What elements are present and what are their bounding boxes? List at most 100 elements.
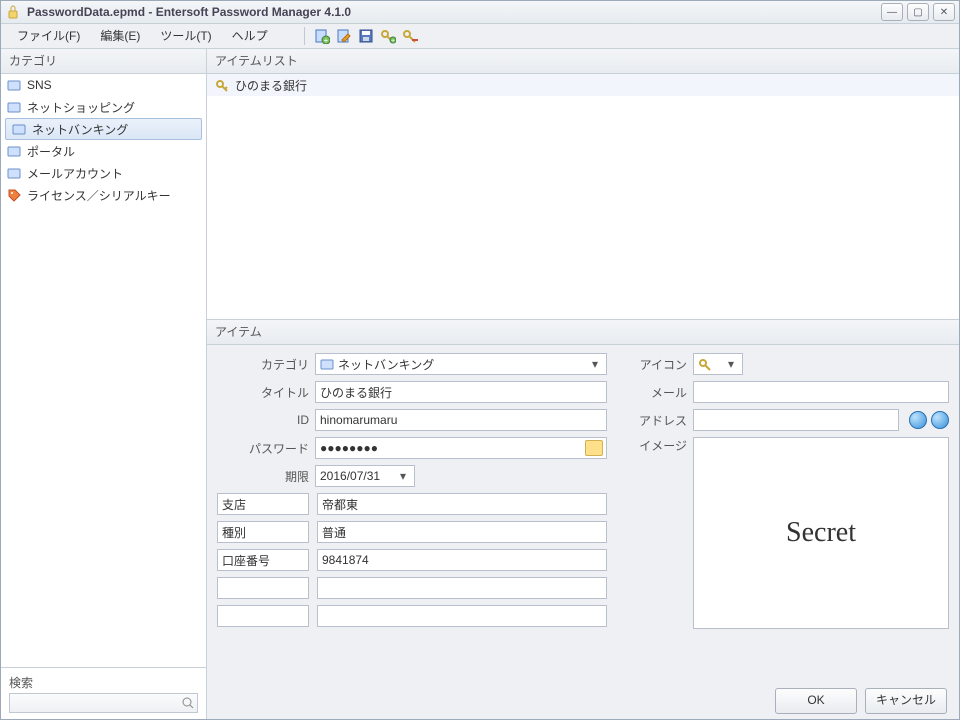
titlebar: PasswordData.epmd - Entersoft Password M…	[1, 1, 959, 24]
maximize-button[interactable]: ▢	[907, 3, 929, 21]
label-address: アドレス	[627, 412, 687, 429]
ok-button[interactable]: OK	[775, 688, 857, 714]
globe-search-icon[interactable]	[931, 411, 949, 429]
folder-icon	[7, 78, 21, 92]
folder-icon	[7, 100, 21, 114]
category-label: ネットショッピング	[27, 99, 135, 116]
label-expire: 期限	[217, 468, 309, 485]
expire-date-picker[interactable]: 2016/07/31 ▾	[315, 465, 415, 487]
category-label: メールアカウント	[27, 165, 123, 182]
menu-tool[interactable]: ツール(T)	[150, 24, 221, 48]
svg-text:+: +	[323, 36, 328, 44]
category-label: ライセンス／シリアルキー	[27, 187, 171, 204]
category-item-sns[interactable]: SNS	[1, 74, 206, 96]
toolbar-key-remove-icon[interactable]	[399, 26, 421, 46]
toolbar-db-edit-icon[interactable]	[333, 26, 355, 46]
sidebar-header: カテゴリ	[1, 49, 206, 74]
svg-text:+: +	[391, 38, 395, 44]
category-label: ネットバンキング	[32, 121, 128, 138]
label-icon: アイコン	[627, 356, 687, 373]
menubar: ファイル(F) 編集(E) ツール(T) ヘルプ + +	[1, 24, 959, 49]
app-icon	[5, 4, 21, 20]
search-input[interactable]	[12, 695, 181, 711]
menu-file[interactable]: ファイル(F)	[7, 24, 90, 48]
chevron-down-icon: ▾	[396, 469, 410, 483]
app-window: PasswordData.epmd - Entersoft Password M…	[0, 0, 960, 720]
custom-name-3[interactable]	[217, 577, 309, 599]
item-list-header: アイテムリスト	[207, 49, 959, 74]
custom-name-4[interactable]	[217, 605, 309, 627]
chevron-down-icon: ▾	[724, 357, 738, 371]
sidebar: カテゴリ SNS ネットショッピング ネットバンキング ポータル	[1, 49, 207, 719]
search-icon[interactable]	[181, 696, 195, 710]
body: カテゴリ SNS ネットショッピング ネットバンキング ポータル	[1, 49, 959, 719]
custom-name-1[interactable]	[217, 521, 309, 543]
label-password: パスワード	[217, 440, 309, 457]
label-image: イメージ	[627, 437, 687, 454]
category-select-value: ネットバンキング	[338, 356, 434, 373]
category-item-mailaccount[interactable]: メールアカウント	[1, 162, 206, 184]
password-reveal-icon[interactable]	[585, 440, 603, 456]
search-input-wrap	[9, 693, 198, 713]
category-item-netbanking[interactable]: ネットバンキング	[5, 118, 202, 140]
toolbar-db-new-icon[interactable]: +	[311, 26, 333, 46]
detail-header: アイテム	[207, 320, 959, 345]
main: アイテムリスト ひのまる銀行 アイテム カテゴリ	[207, 49, 959, 719]
item-list-panel: アイテムリスト ひのまる銀行	[207, 49, 959, 320]
password-input[interactable]	[315, 437, 607, 459]
category-list: SNS ネットショッピング ネットバンキング ポータル メールアカウント	[1, 74, 206, 667]
chevron-down-icon: ▾	[588, 357, 602, 371]
folder-icon	[320, 357, 334, 371]
label-mail: メール	[627, 384, 687, 401]
item-row-label: ひのまる銀行	[235, 77, 307, 94]
expire-value: 2016/07/31	[320, 469, 380, 483]
menu-help[interactable]: ヘルプ	[222, 24, 278, 48]
label-id: ID	[217, 413, 309, 427]
detail-panel: アイテム カテゴリ ネットバンキング ▾	[207, 320, 959, 719]
label-title: タイトル	[217, 384, 309, 401]
minimize-button[interactable]: —	[881, 3, 903, 21]
title-input[interactable]	[315, 381, 607, 403]
id-input[interactable]	[315, 409, 607, 431]
detail-footer: OK キャンセル	[207, 683, 959, 719]
key-icon	[215, 78, 229, 92]
custom-value-4[interactable]	[317, 605, 607, 627]
custom-name-0[interactable]	[217, 493, 309, 515]
icon-select[interactable]: ▾	[693, 353, 743, 375]
custom-value-2[interactable]	[317, 549, 607, 571]
window-controls: — ▢ ✕	[881, 3, 955, 21]
cancel-button[interactable]: キャンセル	[865, 688, 947, 714]
folder-icon	[7, 166, 21, 180]
address-input[interactable]	[693, 409, 899, 431]
mail-input[interactable]	[693, 381, 949, 403]
custom-value-3[interactable]	[317, 577, 607, 599]
toolbar-key-add-icon[interactable]: +	[377, 26, 399, 46]
menu-edit[interactable]: 編集(E)	[90, 24, 150, 48]
tag-icon	[7, 188, 21, 202]
detail-body: カテゴリ ネットバンキング ▾ タイトル	[207, 345, 959, 683]
image-text: Secret	[786, 517, 856, 549]
search-label: 検索	[9, 674, 198, 691]
category-label: ポータル	[27, 143, 75, 160]
folder-icon	[12, 122, 26, 136]
custom-name-2[interactable]	[217, 549, 309, 571]
key-icon	[698, 357, 712, 371]
close-button[interactable]: ✕	[933, 3, 955, 21]
label-category: カテゴリ	[217, 356, 309, 373]
globe-open-icon[interactable]	[909, 411, 927, 429]
custom-value-0[interactable]	[317, 493, 607, 515]
category-item-license[interactable]: ライセンス／シリアルキー	[1, 184, 206, 206]
image-preview[interactable]: Secret	[693, 437, 949, 629]
category-select[interactable]: ネットバンキング ▾	[315, 353, 607, 375]
category-item-netshopping[interactable]: ネットショッピング	[1, 96, 206, 118]
item-row[interactable]: ひのまる銀行	[207, 74, 959, 96]
window-title: PasswordData.epmd - Entersoft Password M…	[27, 5, 881, 19]
search-panel: 検索	[1, 667, 206, 719]
toolbar-db-save-icon[interactable]	[355, 26, 377, 46]
category-item-portal[interactable]: ポータル	[1, 140, 206, 162]
category-label: SNS	[27, 78, 52, 92]
toolbar: + +	[298, 26, 421, 46]
toolbar-separator	[304, 27, 305, 45]
custom-value-1[interactable]	[317, 521, 607, 543]
folder-icon	[7, 144, 21, 158]
